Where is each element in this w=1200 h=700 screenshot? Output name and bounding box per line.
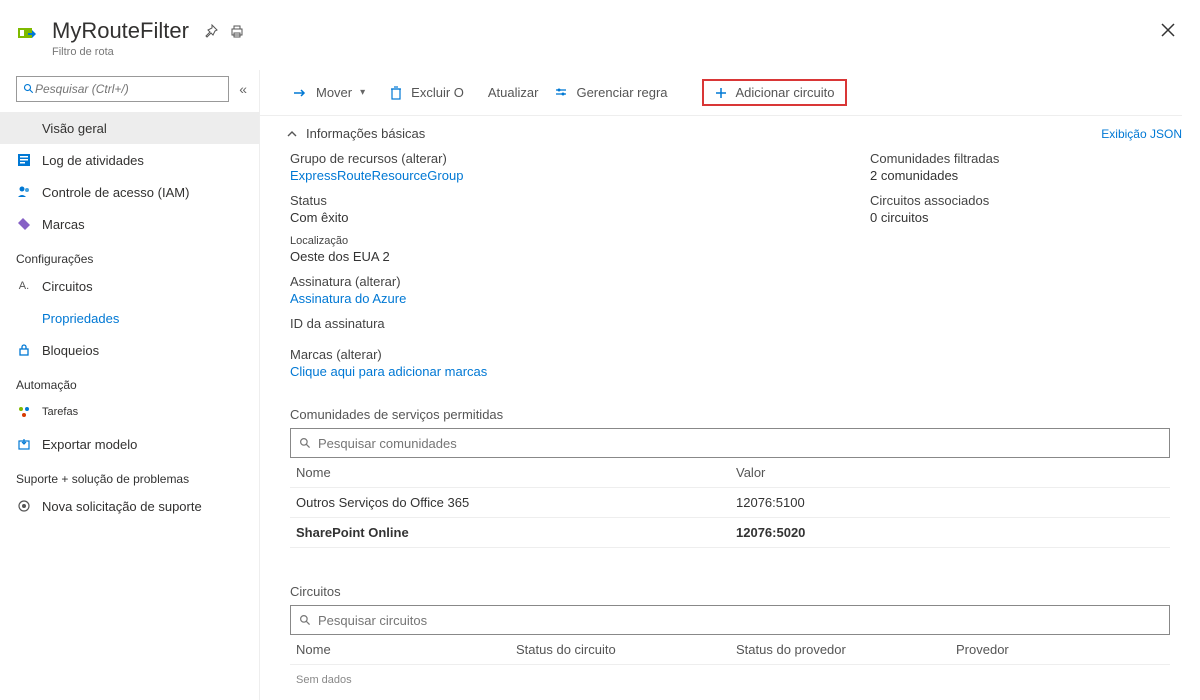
subscription-label: Assinatura (alterar) bbox=[290, 274, 590, 289]
sidebar-item-label: Visão geral bbox=[42, 121, 107, 136]
support-icon bbox=[16, 498, 32, 514]
close-icon[interactable] bbox=[1156, 18, 1180, 42]
essentials-header: Informações básicas bbox=[306, 126, 425, 141]
circuits-search[interactable] bbox=[290, 605, 1170, 635]
subscription-link[interactable]: Assinatura do Azure bbox=[290, 291, 590, 306]
collapse-sidebar-icon[interactable]: « bbox=[239, 81, 247, 97]
resource-icon bbox=[16, 22, 40, 46]
sidebar-section-config: Configurações bbox=[0, 240, 259, 270]
circuits-col-circuit-status: Status do circuito bbox=[510, 642, 730, 657]
communities-section-title: Comunidades de serviços permitidas bbox=[260, 397, 1182, 428]
iam-icon bbox=[16, 184, 32, 200]
circuits-col-provider-status: Status do provedor bbox=[730, 642, 950, 657]
json-view-link[interactable]: Exibição JSON bbox=[1101, 127, 1182, 141]
move-button[interactable]: Mover ▾ bbox=[282, 79, 375, 107]
associated-circuits-value: 0 circuitos bbox=[870, 210, 1170, 225]
sidebar-item-label: Log de atividades bbox=[42, 153, 144, 168]
add-icon bbox=[714, 86, 728, 100]
move-icon bbox=[292, 85, 308, 101]
sidebar-item-tasks[interactable]: Tarefas bbox=[0, 396, 259, 428]
sidebar-item-export-template[interactable]: Exportar modelo bbox=[0, 428, 259, 460]
associated-circuits-label: Circuitos associados bbox=[870, 193, 1170, 208]
circuits-col-name: Nome bbox=[290, 642, 510, 657]
circuits-no-data: Sem dados bbox=[290, 674, 1170, 686]
page-title: MyRouteFilter bbox=[52, 18, 189, 44]
location-label: Localização bbox=[290, 235, 590, 247]
sidebar-item-label: Tarefas bbox=[42, 406, 78, 418]
sidebar-item-activity-log[interactable]: Log de atividades bbox=[0, 144, 259, 176]
communities-search-input[interactable] bbox=[318, 436, 1161, 451]
resource-group-label: Grupo de recursos (alterar) bbox=[290, 151, 590, 166]
tags-add-link[interactable]: Clique aqui para adicionar marcas bbox=[290, 364, 1182, 379]
sidebar-item-label: Marcas bbox=[42, 217, 85, 232]
delete-button[interactable]: Excluir O bbox=[379, 79, 474, 106]
search-icon bbox=[299, 437, 312, 450]
circuits-col-provider: Provedor bbox=[950, 642, 1170, 657]
sidebar-section-support: Suporte + solução de problemas bbox=[0, 460, 259, 490]
status-value: Com êxito bbox=[290, 210, 590, 225]
community-name: SharePoint Online bbox=[290, 525, 730, 540]
circuits-section-title: Circuitos bbox=[260, 574, 1182, 605]
button-label: Excluir O bbox=[411, 85, 464, 100]
button-label: Atualizar bbox=[488, 85, 539, 100]
location-value: Oeste dos EUA 2 bbox=[290, 249, 590, 264]
tasks-icon bbox=[16, 404, 32, 420]
lock-icon bbox=[16, 342, 32, 358]
sidebar-item-tags[interactable]: Marcas bbox=[0, 208, 259, 240]
properties-icon bbox=[16, 310, 32, 326]
activity-log-icon bbox=[16, 152, 32, 168]
communities-col-value: Valor bbox=[730, 465, 1170, 480]
filtered-communities-label: Comunidades filtradas bbox=[870, 151, 1170, 166]
sidebar-item-label: Bloqueios bbox=[42, 343, 99, 358]
communities-col-name: Nome bbox=[290, 465, 730, 480]
circuits-icon: A. bbox=[16, 278, 32, 294]
community-name: Outros Serviços do Office 365 bbox=[290, 495, 730, 510]
essentials-collapse-icon[interactable] bbox=[286, 128, 298, 140]
export-template-icon bbox=[16, 436, 32, 452]
overview-icon bbox=[16, 120, 32, 136]
resource-group-link[interactable]: ExpressRouteResourceGroup bbox=[290, 168, 590, 183]
community-value: 12076:5100 bbox=[730, 495, 1170, 510]
refresh-button[interactable]: Atualizar bbox=[478, 79, 549, 106]
sidebar-item-label: Nova solicitação de suporte bbox=[42, 499, 202, 514]
sidebar-item-iam[interactable]: Controle de acesso (IAM) bbox=[0, 176, 259, 208]
add-circuit-button[interactable]: Adicionar circuito bbox=[702, 79, 847, 106]
community-value: 12076:5020 bbox=[730, 525, 1170, 540]
filtered-communities-value: 2 comunidades bbox=[870, 168, 1170, 183]
sidebar-item-locks[interactable]: Bloqueios bbox=[0, 334, 259, 366]
tags-label: Marcas (alterar) bbox=[290, 347, 1182, 362]
sidebar-item-label: Exportar modelo bbox=[42, 437, 137, 452]
search-icon bbox=[299, 614, 312, 627]
status-label: Status bbox=[290, 193, 590, 208]
button-label: Mover bbox=[316, 85, 352, 100]
manage-rule-button[interactable]: Gerenciar regra bbox=[544, 79, 677, 106]
tag-icon bbox=[16, 216, 32, 232]
circuits-search-input[interactable] bbox=[318, 613, 1161, 628]
sidebar-item-label: Propriedades bbox=[42, 311, 119, 326]
button-label: Adicionar circuito bbox=[736, 85, 835, 100]
sidebar-item-overview[interactable]: Visão geral bbox=[0, 112, 259, 144]
communities-search[interactable] bbox=[290, 428, 1170, 458]
sidebar-item-circuits[interactable]: A. Circuitos bbox=[0, 270, 259, 302]
sidebar-item-label: Circuitos bbox=[42, 279, 93, 294]
subscription-id-label: ID da assinatura bbox=[290, 316, 590, 331]
pin-icon[interactable] bbox=[203, 24, 219, 40]
sidebar-item-new-support-request[interactable]: Nova solicitação de suporte bbox=[0, 490, 259, 522]
sidebar-section-automation: Automação bbox=[0, 366, 259, 396]
sidebar-search[interactable] bbox=[16, 76, 229, 102]
chevron-down-icon: ▾ bbox=[360, 87, 365, 98]
search-icon bbox=[23, 83, 35, 95]
manage-rule-icon bbox=[554, 86, 568, 100]
resource-type-label: Filtro de rota bbox=[52, 46, 189, 58]
print-icon[interactable] bbox=[229, 24, 245, 40]
button-label: Gerenciar regra bbox=[576, 85, 667, 100]
sidebar-item-label: Controle de acesso (IAM) bbox=[42, 185, 189, 200]
sidebar-search-input[interactable] bbox=[35, 82, 222, 96]
delete-icon bbox=[389, 86, 403, 100]
sidebar-item-properties[interactable]: Propriedades bbox=[0, 302, 259, 334]
